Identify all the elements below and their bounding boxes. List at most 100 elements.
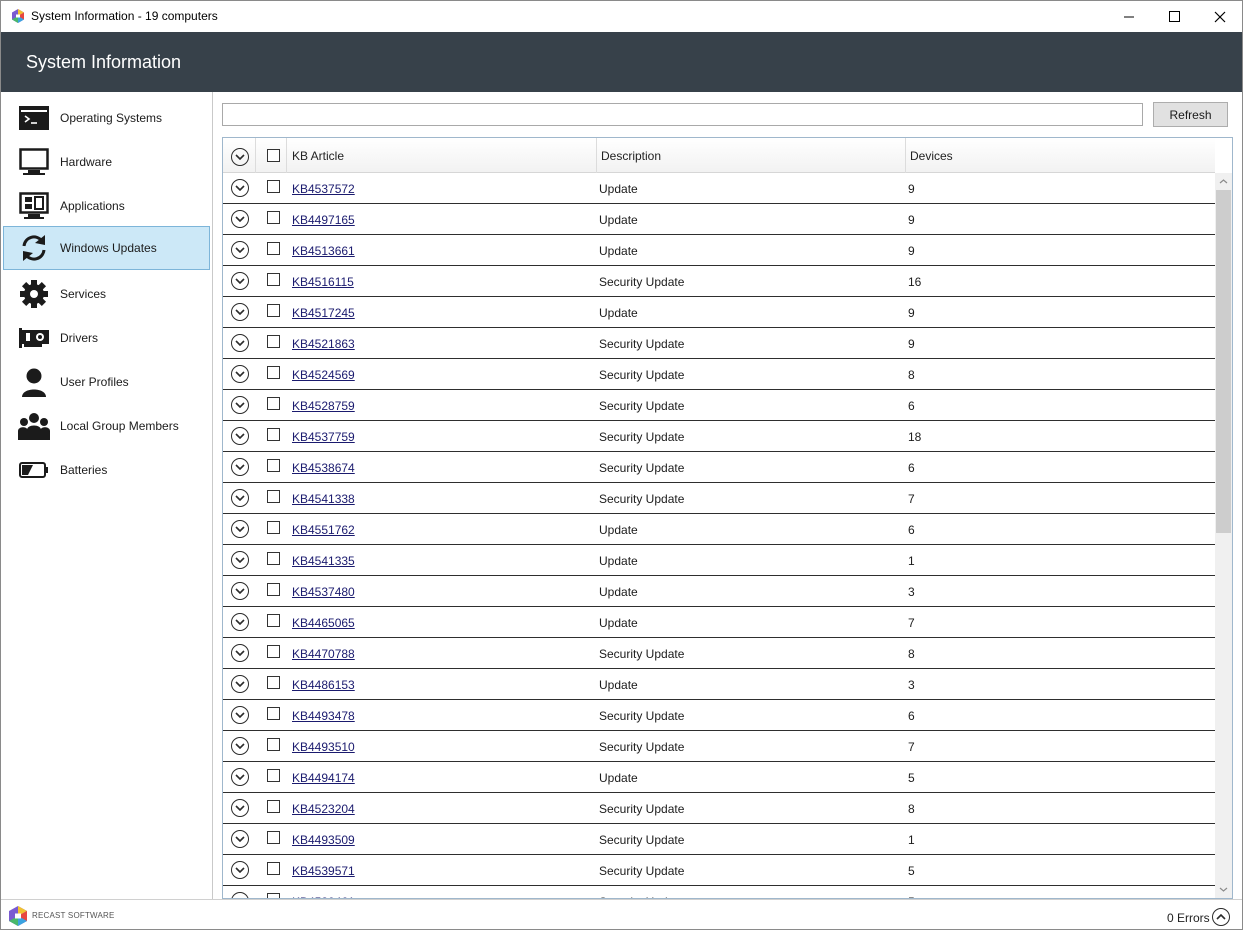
row-checkbox[interactable] [267, 676, 280, 689]
kb-article-link[interactable]: KB4537572 [292, 182, 355, 196]
kb-article-link[interactable]: KB4541338 [292, 492, 355, 506]
errors-toggle-button[interactable] [1212, 908, 1230, 926]
sidebar-item-applications[interactable]: Applications [3, 184, 210, 228]
column-header-devices[interactable]: Devices [910, 149, 953, 163]
table-row[interactable]: KB4524569 Security Update 8 [223, 359, 1215, 390]
scrollbar-thumb[interactable] [1216, 190, 1231, 533]
row-checkbox[interactable] [267, 831, 280, 844]
row-expand-button[interactable] [231, 613, 249, 631]
row-expand-button[interactable] [231, 365, 249, 383]
search-input[interactable] [222, 103, 1143, 126]
row-checkbox[interactable] [267, 583, 280, 596]
sidebar-item-operating-systems[interactable]: Operating Systems [3, 96, 210, 140]
row-expand-button[interactable] [231, 396, 249, 414]
kb-article-link[interactable]: KB4538674 [292, 461, 355, 475]
row-checkbox[interactable] [267, 304, 280, 317]
expand-all-button[interactable] [231, 148, 249, 166]
row-checkbox[interactable] [267, 521, 280, 534]
kb-article-link[interactable]: KB4493478 [292, 709, 355, 723]
minimize-button[interactable] [1106, 1, 1152, 32]
table-row[interactable]: KB4517245 Update 9 [223, 297, 1215, 328]
row-checkbox[interactable] [267, 242, 280, 255]
kb-article-link[interactable]: KB4516115 [292, 275, 354, 289]
row-checkbox[interactable] [267, 335, 280, 348]
table-row[interactable]: KB4530461Security Update5 [223, 886, 1215, 898]
row-checkbox[interactable] [267, 459, 280, 472]
table-row[interactable]: KB4493478 Security Update 6 [223, 700, 1215, 731]
row-expand-button[interactable] [231, 334, 249, 352]
table-row[interactable]: KB4470788 Security Update 8 [223, 638, 1215, 669]
row-expand-button[interactable] [231, 582, 249, 600]
table-row[interactable]: KB4521863 Security Update 9 [223, 328, 1215, 359]
table-row[interactable]: KB4538674 Security Update 6 [223, 452, 1215, 483]
table-row[interactable]: KB4541335 Update 1 [223, 545, 1215, 576]
kb-article-link[interactable]: KB4521863 [292, 337, 355, 351]
row-expand-button[interactable] [231, 458, 249, 476]
kb-article-link[interactable]: KB4551762 [292, 523, 355, 537]
row-checkbox[interactable] [267, 490, 280, 503]
row-expand-button[interactable] [231, 675, 249, 693]
kb-article-link[interactable]: KB4528759 [292, 399, 355, 413]
table-row[interactable]: KB4537572 Update 9 [223, 173, 1215, 204]
table-row[interactable]: KB4523204 Security Update 8 [223, 793, 1215, 824]
kb-article-link[interactable]: KB4465065 [292, 616, 355, 630]
table-row[interactable]: KB4493509 Security Update 1 [223, 824, 1215, 855]
sidebar-item-services[interactable]: Services [3, 272, 210, 316]
scroll-down-button[interactable] [1215, 881, 1232, 898]
sidebar-item-user-profiles[interactable]: User Profiles [3, 360, 210, 404]
row-checkbox[interactable] [267, 211, 280, 224]
table-row[interactable]: KB4528759 Security Update 6 [223, 390, 1215, 421]
table-row[interactable]: KB4537759 Security Update 18 [223, 421, 1215, 452]
vertical-scrollbar[interactable] [1215, 173, 1232, 898]
kb-article-link[interactable]: KB4541335 [292, 554, 355, 568]
row-checkbox[interactable] [267, 273, 280, 286]
kb-article-link[interactable]: KB4524569 [292, 368, 355, 382]
row-expand-button[interactable] [231, 272, 249, 290]
column-header-description[interactable]: Description [601, 149, 661, 163]
kb-article-link[interactable]: KB4537480 [292, 585, 355, 599]
sidebar-item-hardware[interactable]: Hardware [3, 140, 210, 184]
row-checkbox[interactable] [267, 614, 280, 627]
kb-article-link[interactable]: KB4497165 [292, 213, 355, 227]
kb-article-link[interactable]: KB4486153 [292, 678, 355, 692]
row-expand-button[interactable] [231, 892, 249, 898]
row-checkbox[interactable] [267, 738, 280, 751]
row-expand-button[interactable] [231, 830, 249, 848]
row-checkbox[interactable] [267, 707, 280, 720]
close-button[interactable] [1197, 1, 1242, 32]
table-row[interactable]: KB4551762 Update 6 [223, 514, 1215, 545]
table-row[interactable]: KB4465065 Update 7 [223, 607, 1215, 638]
table-row[interactable]: KB4494174 Update 5 [223, 762, 1215, 793]
table-row[interactable]: KB4541338 Security Update 7 [223, 483, 1215, 514]
table-row[interactable]: KB4486153 Update 3 [223, 669, 1215, 700]
row-expand-button[interactable] [231, 241, 249, 259]
sidebar-item-batteries[interactable]: Batteries [3, 448, 210, 492]
kb-article-link[interactable]: KB4470788 [292, 647, 355, 661]
row-expand-button[interactable] [231, 551, 249, 569]
row-expand-button[interactable] [231, 737, 249, 755]
table-row[interactable]: KB4513661 Update 9 [223, 235, 1215, 266]
table-row[interactable]: KB4537480 Update 3 [223, 576, 1215, 607]
title-bar[interactable]: System Information - 19 computers [1, 1, 1242, 32]
row-expand-button[interactable] [231, 861, 249, 879]
kb-article-link[interactable]: KB4513661 [292, 244, 355, 258]
row-expand-button[interactable] [231, 489, 249, 507]
column-header-kb-article[interactable]: KB Article [292, 149, 344, 163]
table-row[interactable]: KB4539571 Security Update 5 [223, 855, 1215, 886]
kb-article-link[interactable]: KB4493510 [292, 740, 355, 754]
sidebar-item-drivers[interactable]: Drivers [3, 316, 210, 360]
scroll-up-button[interactable] [1215, 173, 1232, 190]
row-expand-button[interactable] [231, 520, 249, 538]
kb-article-link[interactable]: KB4537759 [292, 430, 355, 444]
row-checkbox[interactable] [267, 180, 280, 193]
kb-article-link[interactable]: KB4517245 [292, 306, 355, 320]
kb-article-link[interactable]: KB4493509 [292, 833, 355, 847]
select-all-checkbox[interactable] [267, 149, 280, 162]
row-expand-button[interactable] [231, 644, 249, 662]
row-expand-button[interactable] [231, 179, 249, 197]
sidebar-item-windows-updates[interactable]: Windows Updates [3, 226, 210, 270]
row-expand-button[interactable] [231, 768, 249, 786]
table-row[interactable]: KB4493510 Security Update 7 [223, 731, 1215, 762]
row-expand-button[interactable] [231, 210, 249, 228]
row-checkbox[interactable] [267, 366, 280, 379]
